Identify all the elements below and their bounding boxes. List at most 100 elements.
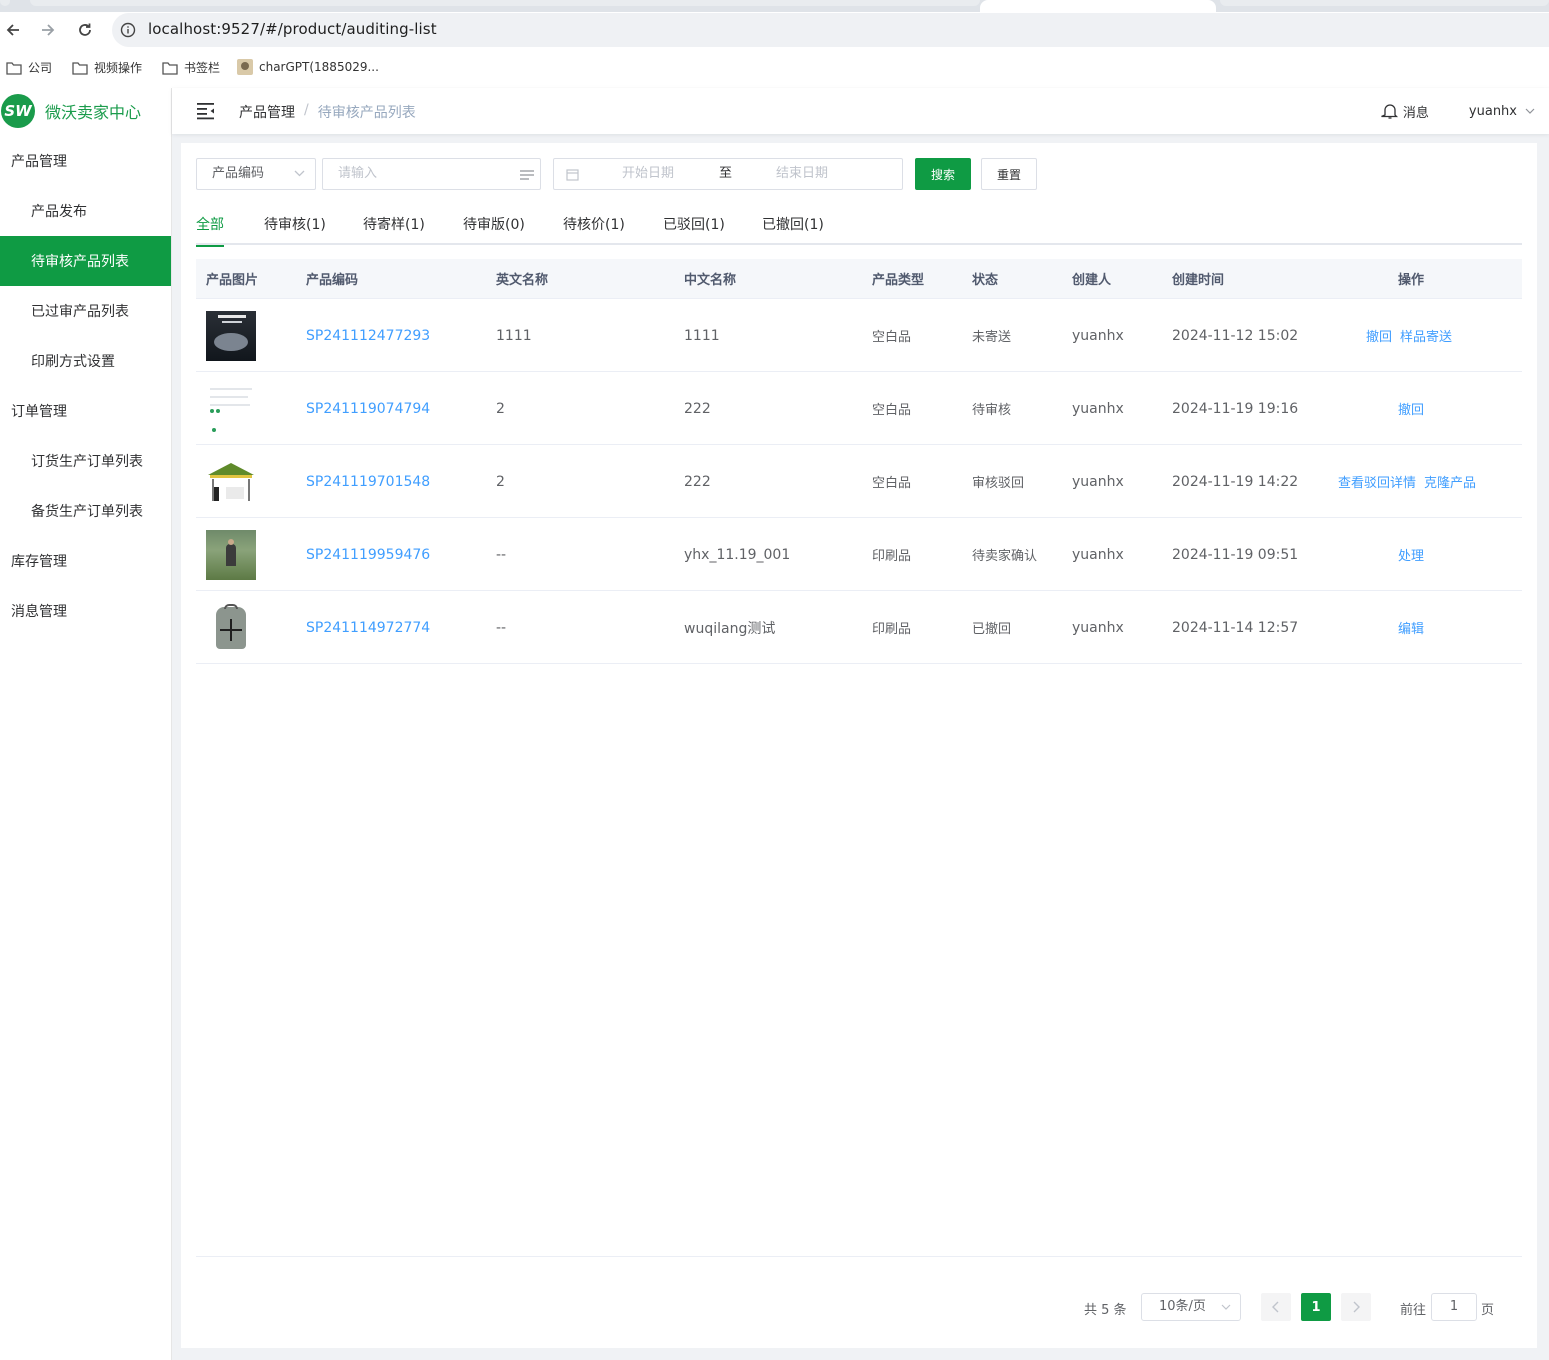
bookmark-label: 公司	[28, 61, 53, 75]
bookmark-item[interactable]: 视频操作	[72, 59, 142, 76]
status-text: 未寄送	[972, 330, 1012, 345]
sidebar-item-stock-order-list[interactable]: 备货生产订单列表	[0, 486, 171, 536]
sidebar-item-product-management[interactable]: 产品管理	[0, 136, 171, 186]
forward-icon[interactable]	[36, 18, 60, 42]
browser-tab[interactable]	[30, 0, 980, 6]
avatar-icon	[237, 59, 253, 75]
sidebar-item-inventory-management[interactable]: 库存管理	[0, 536, 171, 586]
sidebar-item-pending-review-list[interactable]: 待审核产品列表	[0, 236, 171, 286]
clone-product-button[interactable]: 克隆产品	[1424, 472, 1476, 491]
product-thumbnail[interactable]	[206, 529, 256, 580]
product-thumbnail[interactable]	[206, 383, 256, 434]
tab-pending-proof[interactable]: 待审版(0)	[463, 215, 525, 245]
folder-icon	[72, 61, 88, 75]
bookmark-item[interactable]: 书签栏	[162, 59, 220, 76]
english-name: --	[496, 546, 507, 563]
back-icon[interactable]	[1, 18, 25, 42]
date-range-picker[interactable]: 开始日期 至 结束日期	[553, 158, 903, 190]
chevron-right-icon	[1353, 1301, 1360, 1313]
chevron-down-icon	[294, 170, 305, 177]
bookmark-item[interactable]: charGPT(1885029...	[237, 59, 379, 75]
product-table: 产品图片 产品编码 英文名称 中文名称 产品类型 状态 创建人 创建时间 操作	[196, 259, 1522, 664]
edit-button[interactable]: 编辑	[1398, 618, 1424, 637]
send-sample-button[interactable]: 样品寄送	[1400, 326, 1452, 345]
withdraw-button[interactable]: 撤回	[1398, 399, 1424, 418]
range-separator: 至	[719, 166, 733, 181]
sidebar-item-print-settings[interactable]: 印刷方式设置	[0, 336, 171, 386]
sidebar-item-product-publish[interactable]: 产品发布	[0, 186, 171, 236]
user-dropdown[interactable]: yuanhx	[1469, 104, 1535, 119]
product-code-link[interactable]: SP241112477293	[306, 299, 430, 372]
tab-rejected[interactable]: 已驳回(1)	[663, 215, 725, 245]
sidebar-item-label: 库存管理	[11, 554, 67, 570]
sidebar-item-label: 产品管理	[11, 154, 67, 170]
product-code-link[interactable]: SP241119701548	[306, 445, 430, 518]
field-select[interactable]: 产品编码	[196, 158, 316, 190]
creator: yuanhx	[1072, 619, 1124, 636]
table-row: SP241119959476 -- yhx_11.19_001 印刷品 待卖家确…	[196, 518, 1522, 591]
goto-page-input[interactable]: 1	[1431, 1293, 1477, 1321]
tab-label: 待审版(0)	[463, 217, 525, 233]
product-thumbnail[interactable]	[206, 456, 256, 507]
process-button[interactable]: 处理	[1398, 545, 1424, 564]
site-info-icon[interactable]	[120, 22, 136, 38]
reset-button[interactable]: 重置	[981, 158, 1037, 190]
tab-pending-review[interactable]: 待审核(1)	[264, 215, 326, 245]
sidebar-item-message-management[interactable]: 消息管理	[0, 586, 171, 636]
product-code-link[interactable]: SP241119959476	[306, 518, 430, 591]
product-thumbnail[interactable]	[206, 602, 256, 653]
created-time: 2024-11-19 19:16	[1172, 400, 1299, 417]
messages-label: 消息	[1402, 105, 1429, 121]
breadcrumb: 产品管理 / 待审核产品列表	[239, 102, 416, 122]
start-date-input[interactable]: 开始日期	[622, 159, 674, 189]
breadcrumb-item[interactable]: 产品管理	[239, 102, 295, 122]
product-code-link[interactable]: SP241119074794	[306, 372, 430, 445]
view-rejection-details-button[interactable]: 查看驳回详情	[1338, 472, 1416, 491]
status-text: 待卖家确认	[972, 549, 1038, 564]
product-image-cell	[206, 591, 256, 664]
tab-pending-pricing[interactable]: 待核价(1)	[563, 215, 625, 245]
chevron-down-icon	[1221, 1304, 1231, 1310]
chinese-name: yhx_11.19_001	[684, 546, 791, 563]
browser-tab[interactable]	[1220, 0, 1549, 6]
product-type: 空白品	[872, 403, 912, 418]
page-number-current[interactable]: 1	[1301, 1293, 1331, 1321]
sidebar-item-label: 订货生产订单列表	[31, 454, 143, 470]
logo-text: 微沃卖家中心	[45, 103, 142, 122]
browser-tab-active[interactable]	[980, 0, 1216, 12]
tab-label: 待核价(1)	[563, 217, 625, 233]
next-page-button[interactable]	[1341, 1293, 1371, 1321]
keyword-input[interactable]: 请输入	[322, 158, 541, 190]
sidebar-item-made-to-order-list[interactable]: 订货生产订单列表	[0, 436, 171, 486]
sidebar-item-order-management[interactable]: 订单管理	[0, 386, 171, 436]
creator: yuanhx	[1072, 400, 1124, 417]
column-header: 操作	[1398, 273, 1425, 288]
english-name: 1111	[496, 327, 532, 344]
reload-icon[interactable]	[73, 18, 97, 42]
product-thumbnail[interactable]	[206, 310, 256, 361]
column-header: 状态	[972, 273, 999, 288]
tab-pending-sample[interactable]: 待寄样(1)	[363, 215, 425, 245]
prev-page-button[interactable]	[1261, 1293, 1291, 1321]
address-bar[interactable]: localhost:9527/#/product/auditing-list	[112, 13, 1549, 47]
sidebar-item-label: 订单管理	[11, 404, 67, 420]
logo[interactable]: SW 微沃卖家中心	[0, 88, 171, 134]
withdraw-button[interactable]: 撤回	[1366, 326, 1392, 345]
status-tabs: 全部 待审核(1) 待寄样(1) 待审版(0) 待核价(1) 已驳回(1) 已撤…	[196, 215, 1522, 247]
filter-lines-icon[interactable]	[519, 168, 535, 182]
navbar: 产品管理 / 待审核产品列表 消息 yuanhx	[172, 88, 1549, 134]
menu-fold-icon[interactable]	[196, 102, 216, 120]
chinese-name: 1111	[684, 327, 720, 344]
tab-all[interactable]: 全部	[196, 215, 224, 247]
end-date-input[interactable]: 结束日期	[776, 159, 828, 189]
product-code-link[interactable]: SP241114972774	[306, 591, 430, 664]
messages-button[interactable]: 消息	[1381, 102, 1429, 121]
search-button[interactable]: 搜索	[915, 158, 971, 190]
page-size-select[interactable]: 10条/页	[1141, 1293, 1241, 1321]
browser-tab[interactable]	[0, 0, 10, 6]
tab-withdrawn[interactable]: 已撤回(1)	[762, 215, 824, 245]
bookmark-item[interactable]: 公司	[6, 59, 52, 76]
product-image-cell	[206, 518, 256, 591]
sidebar-item-approved-list[interactable]: 已过审产品列表	[0, 286, 171, 336]
address-url[interactable]: localhost:9527/#/product/auditing-list	[148, 20, 437, 38]
